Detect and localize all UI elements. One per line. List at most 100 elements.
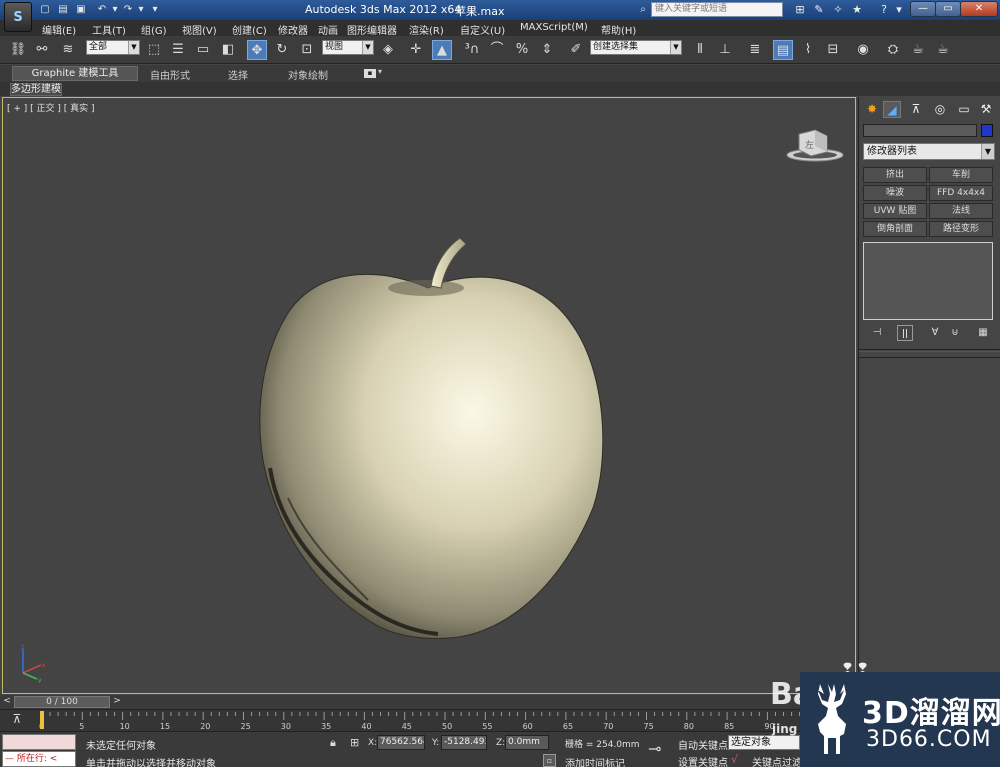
x-coordinate-field[interactable]: 76562.564 (377, 735, 425, 750)
perspective-viewport[interactable]: [ + ] [ 正交 ] [ 真实 ] 左 z x y (2, 97, 856, 694)
angle-snap-icon[interactable]: ⌒ (487, 40, 507, 60)
maxscript-listener-line[interactable]: — 所在行: < (2, 751, 76, 767)
select-and-rotate-icon[interactable]: ↻ (272, 40, 292, 60)
key-mode-icon[interactable]: ⊸ (648, 739, 661, 758)
add-time-tag[interactable]: 添加时间标记 (565, 755, 625, 767)
minimize-button[interactable]: — (910, 1, 936, 17)
material-editor-icon[interactable]: ◉ (853, 40, 873, 60)
time-slider[interactable]: < 0 / 100 > (0, 695, 858, 709)
restore-button[interactable]: ▭ (935, 1, 961, 17)
snaps-toggle-icon[interactable]: ³∩ (462, 40, 482, 60)
select-object-icon[interactable]: ⬚ (144, 40, 164, 60)
object-color-swatch[interactable] (981, 124, 993, 137)
ffd-button[interactable]: FFD 4x4x4 (929, 185, 993, 201)
modify-tab-icon[interactable]: ◢ (883, 101, 901, 118)
mirror-icon[interactable]: ⫴ (690, 40, 710, 60)
reference-coordinate-dropdown[interactable]: 视图 ▼ (322, 40, 374, 55)
menu-group[interactable]: 组(G) (141, 22, 167, 37)
align-icon[interactable]: ⊥ (715, 40, 735, 60)
satellite-icon[interactable]: ✧ (831, 3, 845, 16)
render-setup-icon[interactable]: ⛭ (883, 40, 903, 60)
quick-access-dropdown-icon[interactable]: ▾ (148, 3, 162, 16)
next-frame-icon[interactable]: > (112, 696, 122, 708)
z-coordinate-field[interactable]: 0.0mm (505, 735, 549, 750)
schematic-view-icon[interactable]: ⊟ (823, 40, 843, 60)
apple-model[interactable] (248, 238, 608, 678)
utilities-tab-icon[interactable]: ⚒ (977, 101, 995, 118)
help-icon[interactable]: ? (877, 3, 891, 16)
ribbon-dropdown-icon[interactable]: ▾ (378, 67, 382, 76)
named-selection-dropdown[interactable]: 创建选择集 ▼ (590, 40, 682, 55)
noise-button[interactable]: 噪波 (863, 185, 927, 201)
undo-icon[interactable]: ↶ (95, 3, 109, 16)
remove-modifier-icon[interactable]: ⊍ (947, 325, 963, 341)
selection-lock-icon[interactable]: 🔒︎ (330, 736, 336, 750)
menu-animation[interactable]: 动画 (318, 22, 338, 37)
app-logo-button[interactable]: S (4, 2, 32, 32)
previous-frame-icon[interactable]: < (2, 696, 12, 708)
pin-stack-icon[interactable]: ⊣ (869, 325, 885, 341)
normal-button[interactable]: 法线 (929, 203, 993, 219)
window-crossing-icon[interactable]: ◧ (218, 40, 238, 60)
render-production-icon[interactable]: ☕ (933, 40, 953, 60)
select-and-scale-icon[interactable]: ⊡ (297, 40, 317, 60)
menu-graph-editors[interactable]: 图形编辑器 (347, 22, 397, 37)
show-end-result-icon[interactable]: ǀǀ (897, 325, 913, 341)
bevel-profile-button[interactable]: 倒角剖面 (863, 221, 927, 237)
pivot-center-icon[interactable]: ◈ (378, 40, 398, 60)
select-and-move-icon[interactable]: ✥ (247, 40, 267, 60)
hierarchy-tab-icon[interactable]: ⊼ (907, 101, 925, 118)
bind-space-warp-icon[interactable]: ≋ (58, 40, 78, 60)
make-unique-icon[interactable]: ∀ (927, 325, 943, 341)
favorites-star-icon[interactable]: ★ (850, 3, 864, 16)
viewcube[interactable]: 左 (785, 128, 845, 164)
graphite-toggle-icon[interactable]: ▤ (773, 40, 793, 60)
tab-object-paint[interactable]: 对象绘制 (288, 67, 328, 82)
curve-editor-icon[interactable]: ⌇ (798, 40, 818, 60)
lathe-button[interactable]: 车削 (929, 167, 993, 183)
unlink-icon[interactable]: ⚯ (32, 40, 52, 60)
save-icon[interactable]: ▣ (74, 3, 88, 16)
layer-manager-icon[interactable]: ≣ (745, 40, 765, 60)
menu-rendering[interactable]: 渲染(R) (409, 22, 444, 37)
modifier-list-dropdown[interactable]: 修改器列表 ▼ (863, 143, 995, 160)
key-filters-button[interactable]: 关键点过滤 (752, 754, 802, 767)
undo-dropdown-icon[interactable]: ▾ (108, 3, 122, 16)
percent-snap-icon[interactable]: % (512, 40, 532, 60)
menu-tools[interactable]: 工具(T) (92, 22, 126, 37)
binoculars-icon[interactable]: ⊞ (793, 3, 807, 16)
menu-maxscript[interactable]: MAXScript(M) (520, 22, 588, 33)
absolute-mode-icon[interactable]: ⊞ (350, 736, 359, 749)
menu-views[interactable]: 视图(V) (182, 22, 217, 37)
redo-icon[interactable]: ↷ (121, 3, 135, 16)
select-by-name-icon[interactable]: ☰ (168, 40, 188, 60)
extrude-button[interactable]: 挤出 (863, 167, 927, 183)
link-icon[interactable]: ⛓ (8, 40, 28, 60)
modifier-stack[interactable] (863, 242, 993, 320)
select-manipulate-icon[interactable]: ✛ (406, 40, 426, 60)
keyboard-shortcut-override-icon[interactable]: ▲ (432, 40, 452, 60)
spinner-snap-icon[interactable]: ⇕ (537, 40, 557, 60)
track-bar[interactable]: ⊼ 05101520253035404550556065707580859095 (0, 709, 858, 731)
motion-tab-icon[interactable]: ◎ (931, 101, 949, 118)
menu-create[interactable]: 创建(C) (232, 22, 267, 37)
maxscript-mini-listener[interactable] (2, 734, 76, 750)
object-name-field[interactable] (863, 124, 977, 137)
rectangular-selection-icon[interactable]: ▭ (193, 40, 213, 60)
menu-edit[interactable]: 编辑(E) (42, 22, 76, 37)
add-time-tag-icon[interactable]: ▫ (543, 754, 556, 767)
tab-freeform[interactable]: 自由形式 (150, 67, 190, 82)
close-button[interactable]: ✕ (960, 1, 998, 17)
help-dropdown-icon[interactable]: ▾ (892, 3, 906, 16)
display-tab-icon[interactable]: ▭ (955, 101, 973, 118)
auto-key-button[interactable]: 自动关键点 (678, 737, 728, 752)
tab-graphite-modeling[interactable]: Graphite 建模工具 (12, 66, 138, 81)
search-icon[interactable]: ⌕ (636, 3, 650, 16)
create-tab-icon[interactable]: ✸ (863, 101, 881, 118)
configure-modifier-sets-icon[interactable]: ▦ (975, 325, 991, 341)
tab-selection[interactable]: 选择 (228, 67, 248, 82)
time-slider-thumb[interactable]: 0 / 100 (14, 696, 110, 708)
menu-customize[interactable]: 自定义(U) (460, 22, 505, 37)
current-frame-marker[interactable] (40, 711, 44, 729)
y-coordinate-field[interactable]: -5128.493 (441, 735, 487, 750)
